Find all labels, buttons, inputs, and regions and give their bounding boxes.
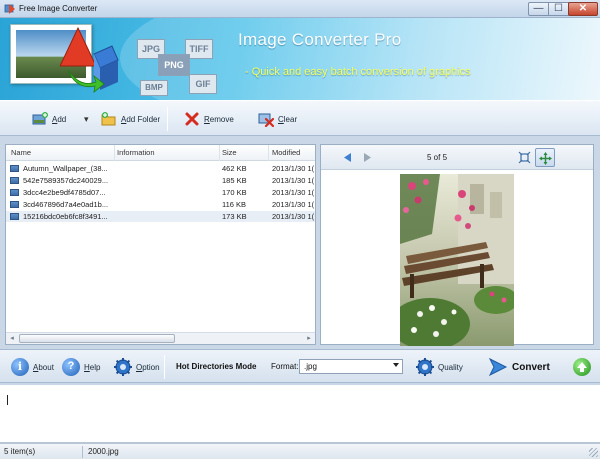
help-button[interactable]: ? Help <box>62 357 100 377</box>
gear-icon <box>114 358 132 376</box>
option-button[interactable]: Option <box>114 357 160 377</box>
previous-image-icon[interactable] <box>342 152 353 163</box>
maximize-button[interactable]: ☐ <box>548 2 569 16</box>
table-row[interactable]: 3dcc4e2be9df4785d07... 170 KB 2013/1/30 … <box>6 187 315 198</box>
title-bar: Free Image Converter — ☐ ✕ <box>0 0 600 18</box>
main-toolbar: Add ▾ Add Folder Remove Clear <box>0 100 600 136</box>
file-list-header: Name Information Size Modified <box>6 145 315 161</box>
image-preview-panel: 5 of 5 <box>320 144 594 346</box>
gif-format-icon: GIF <box>189 74 217 94</box>
info-icon: i <box>11 358 29 376</box>
image-file-icon <box>10 201 19 208</box>
item-count: 5 item(s) <box>4 447 36 456</box>
quality-button[interactable]: Quality <box>416 357 463 377</box>
banner-shapes-graphic <box>60 26 119 93</box>
table-row-selected[interactable]: 15216bdc0eb6fc8f3491... 173 KB 2013/1/30… <box>6 211 315 222</box>
window-title: Free Image Converter <box>19 4 98 13</box>
text-caret <box>7 395 8 405</box>
column-name[interactable]: Name <box>11 148 31 157</box>
file-list[interactable]: Name Information Size Modified Autumn_Wa… <box>5 144 316 345</box>
format-label: Format: <box>271 362 299 371</box>
column-modified[interactable]: Modified <box>272 148 300 157</box>
column-size[interactable]: Size <box>222 148 237 157</box>
preview-image <box>400 174 514 346</box>
minimize-icon: — <box>533 3 544 14</box>
add-folder-icon <box>101 112 116 126</box>
banner-subtitle: - Quick and easy batch conversion of gra… <box>245 66 471 78</box>
help-icon: ? <box>62 358 80 376</box>
chevron-down-icon <box>393 363 399 367</box>
table-row[interactable]: Autumn_Wallpaper_(38... 462 KB 2013/1/30… <box>6 163 315 174</box>
app-banner: JPG TIFF PNG BMP GIF Image Converter Pro… <box>0 18 600 100</box>
scrollbar-thumb[interactable] <box>19 334 175 343</box>
image-file-icon <box>10 189 19 196</box>
next-image-icon[interactable] <box>362 152 373 163</box>
remove-button[interactable]: Remove <box>184 110 234 128</box>
remove-icon <box>185 112 199 126</box>
fit-to-window-icon[interactable] <box>518 151 531 164</box>
arrow-up-icon <box>573 358 591 376</box>
convert-button[interactable]: Convert <box>488 357 550 377</box>
convert-arrow-icon <box>488 357 508 377</box>
close-icon: ✕ <box>578 3 588 14</box>
quality-gear-icon <box>416 358 434 376</box>
status-bar: 5 item(s) 2000.jpg <box>0 443 600 459</box>
action-bar: i About ? Help Option Hot Directories Mo… <box>0 349 600 383</box>
image-file-icon <box>10 177 19 184</box>
add-folder-button[interactable]: Add Folder <box>101 110 160 128</box>
chevron-down-icon: ▾ <box>84 113 89 124</box>
banner-title: Image Converter Pro <box>238 30 402 49</box>
clear-list-icon <box>258 113 274 127</box>
add-image-icon <box>32 112 48 125</box>
maximize-icon: ☐ <box>554 3 563 14</box>
hot-directories-mode-button[interactable]: Hot Directories Mode <box>176 362 256 371</box>
horizontal-scrollbar[interactable]: ◂ ▸ <box>6 332 315 344</box>
table-row[interactable]: 542e7589357dc240029... 185 KB 2013/1/30 … <box>6 175 315 186</box>
minimize-button[interactable]: — <box>528 2 549 16</box>
column-information[interactable]: Information <box>117 148 155 157</box>
image-file-icon <box>10 165 19 172</box>
scroll-right-icon[interactable]: ▸ <box>303 333 315 344</box>
clear-button[interactable]: Clear <box>258 110 297 128</box>
png-format-icon: PNG <box>158 54 190 76</box>
table-row[interactable]: 3cd467896d7a4e0ad1b... 116 KB 2013/1/30 … <box>6 199 315 210</box>
open-output-button[interactable] <box>573 357 591 377</box>
about-button[interactable]: i About <box>11 357 54 377</box>
format-select[interactable]: .jpg <box>299 359 403 374</box>
current-file: 2000.jpg <box>88 447 119 456</box>
actual-size-button[interactable] <box>535 148 555 167</box>
bmp-format-icon: BMP <box>140 80 168 96</box>
image-counter: 5 of 5 <box>427 153 448 162</box>
add-dropdown-button[interactable]: ▾ <box>84 110 89 128</box>
resize-grip[interactable] <box>589 448 598 457</box>
close-button[interactable]: ✕ <box>568 2 598 16</box>
image-file-icon <box>10 213 19 220</box>
preview-toolbar: 5 of 5 <box>321 145 593 170</box>
add-button[interactable]: Add <box>32 110 66 128</box>
app-icon <box>4 4 15 14</box>
log-output[interactable] <box>0 385 600 443</box>
scroll-left-icon[interactable]: ◂ <box>6 333 18 344</box>
actual-size-icon <box>539 152 552 165</box>
